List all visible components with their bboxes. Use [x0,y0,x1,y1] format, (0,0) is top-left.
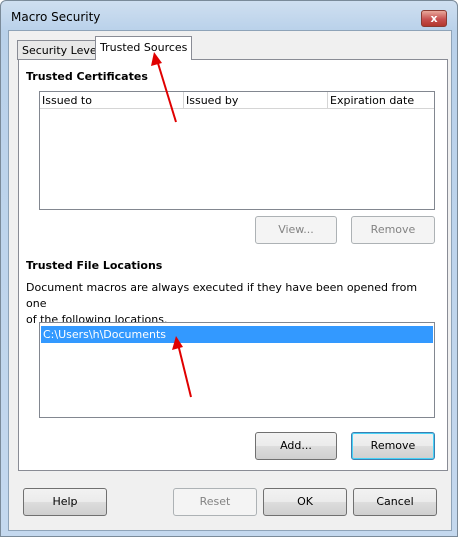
column-header-expiration-date[interactable]: Expiration date [328,92,434,109]
window-title: Macro Security [11,10,101,24]
remove-certificate-button[interactable]: Remove [351,216,435,244]
tab-label: Trusted Sources [100,41,188,54]
help-button[interactable]: Help [23,488,107,516]
close-button[interactable]: x [421,10,447,27]
cancel-button[interactable]: Cancel [353,488,437,516]
title-bar: Macro Security x [1,1,457,31]
list-item-location[interactable]: C:\Users\h\Documents [41,326,433,343]
tab-label: Security Level [22,44,100,57]
tab-trusted-sources[interactable]: Trusted Sources [95,36,193,60]
close-icon: x [430,12,438,25]
remove-location-button[interactable]: Remove [351,432,435,460]
add-location-button[interactable]: Add... [255,432,337,460]
trusted-sources-panel: Trusted Certificates Issued to Issued by… [18,59,448,471]
tab-security-level[interactable]: Security Level [17,40,105,60]
trusted-file-locations-title: Trusted File Locations [26,259,163,272]
trusted-certificates-title: Trusted Certificates [26,70,148,83]
trusted-locations-description: Document macros are always executed if t… [26,280,440,328]
macro-security-dialog: Macro Security x Security Level Trusted … [0,0,458,537]
dialog-client-area: Security Level Trusted Sources Trusted C… [8,30,452,531]
description-line-1: Document macros are always executed if t… [26,281,418,310]
reset-button[interactable]: Reset [173,488,257,516]
trusted-locations-list[interactable]: C:\Users\h\Documents [39,322,435,418]
column-header-issued-to[interactable]: Issued to [40,92,184,109]
column-header-issued-by[interactable]: Issued by [184,92,328,109]
ok-button[interactable]: OK [263,488,347,516]
view-certificate-button[interactable]: View... [255,216,337,244]
certificates-list[interactable]: Issued to Issued by Expiration date [39,91,435,210]
